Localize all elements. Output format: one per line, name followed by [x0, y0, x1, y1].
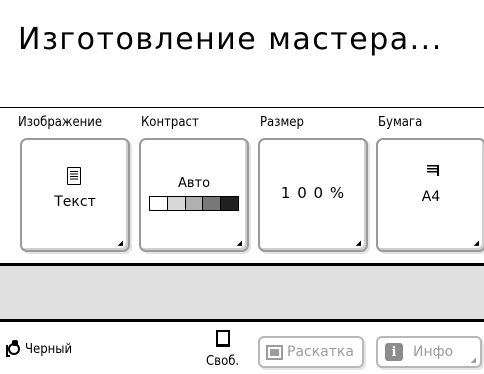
- image-mode-button[interactable]: Текст ◢: [20, 138, 130, 252]
- contrast-scale: [149, 196, 239, 211]
- info-icon: i: [385, 343, 403, 361]
- ink-color-label: Черный: [25, 341, 73, 357]
- contrast-value: Авто: [177, 176, 211, 191]
- free-label: Своб.: [206, 354, 240, 369]
- contrast-button[interactable]: Авто ◢: [139, 138, 249, 252]
- proof-label: Раскатка: [287, 344, 354, 360]
- text-document-icon: [67, 167, 81, 185]
- ink-color-status: Черный: [6, 340, 72, 358]
- contrast-seg: [221, 197, 238, 210]
- paper-sheet-icon: [216, 330, 230, 347]
- contrast-seg: [185, 197, 204, 210]
- category-label-size: Размер: [260, 115, 304, 130]
- contrast-seg: [203, 197, 222, 210]
- info-button[interactable]: i Инфо ◢: [376, 336, 482, 368]
- category-label-image: Изображение: [18, 115, 103, 130]
- corner-arrow-icon: ◢: [473, 239, 479, 247]
- page-title: Изготовление мастера...: [18, 22, 443, 57]
- size-value: 1 0 0 %: [280, 184, 346, 202]
- image-mode-value: Текст: [54, 194, 96, 210]
- size-button[interactable]: 1 0 0 % ◢: [258, 138, 368, 252]
- proof-button[interactable]: Раскатка: [258, 336, 364, 368]
- proof-print-icon: [266, 344, 283, 360]
- paper-tray-icon: [427, 165, 439, 177]
- corner-arrow-icon: ◢: [470, 356, 476, 364]
- master-making-screen: Изготовление мастера... Изображение Конт…: [0, 0, 484, 374]
- contrast-seg: [150, 197, 168, 210]
- contrast-seg: [167, 197, 186, 210]
- ink-drum-icon: [6, 340, 22, 358]
- paper-button[interactable]: A4 ◢: [376, 138, 484, 252]
- corner-arrow-icon: ◢: [355, 239, 361, 247]
- corner-arrow-icon: ◢: [236, 239, 242, 247]
- message-bottom-divider: [0, 319, 484, 322]
- message-area: [0, 266, 484, 319]
- info-label: Инфо: [413, 344, 454, 360]
- category-label-contrast: Контраст: [141, 115, 199, 130]
- corner-arrow-icon: ◢: [117, 239, 123, 247]
- title-divider: [0, 107, 484, 108]
- category-label-paper: Бумага: [378, 115, 423, 130]
- paper-value: A4: [421, 189, 441, 205]
